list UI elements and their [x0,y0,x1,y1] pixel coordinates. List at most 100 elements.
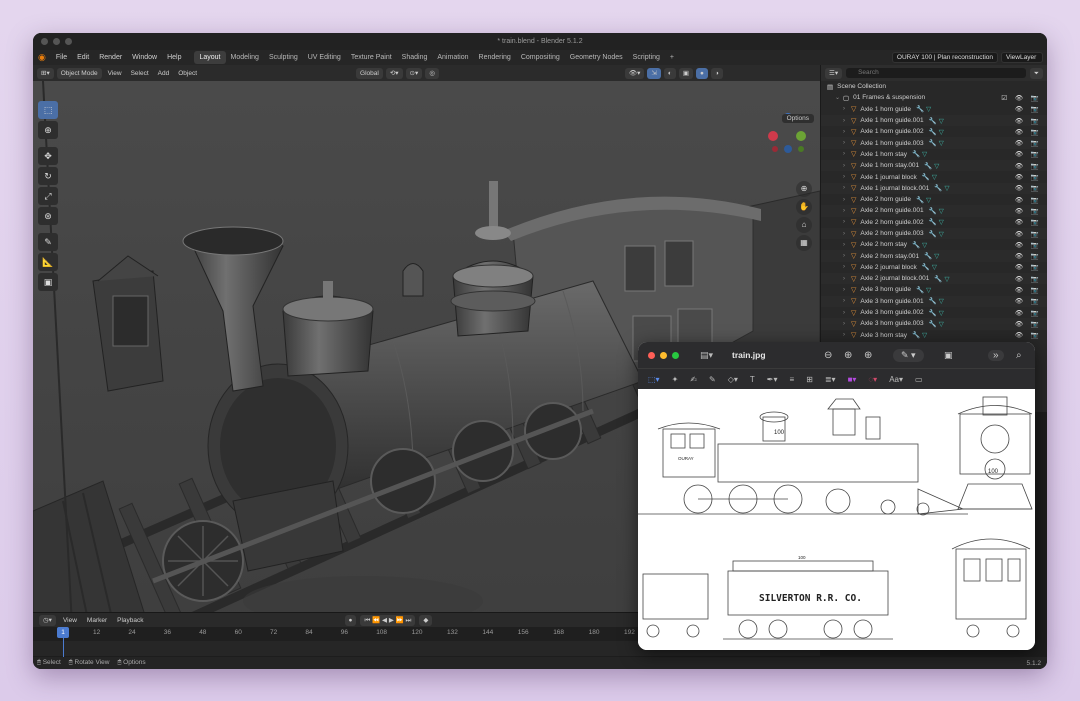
visibility-icons[interactable]: 👁 📷 [1015,252,1042,260]
visibility-icons[interactable]: 👁 📷 [1015,207,1042,215]
preview-search-icon[interactable]: ⌕ [1016,350,1022,361]
outliner-item[interactable]: › ▽ Axle 2 horn guide 🔧 ▽ 👁 📷 [821,194,1047,205]
shading-material-icon[interactable]: ◑ [710,67,723,79]
item-expand-icon[interactable]: › [843,151,851,157]
visibility-icons[interactable]: 👁 📷 [1015,309,1042,317]
close-window-button[interactable] [41,38,48,45]
collection-visibility-icons[interactable]: ☑ 👁 📷 [1001,94,1042,102]
view-layer-field[interactable]: ViewLayer [1001,52,1043,63]
transform-orientation-dropdown[interactable]: Global [356,67,383,79]
item-expand-icon[interactable]: › [843,321,851,327]
measure-icon[interactable]: 📐 [38,253,58,271]
visibility-icons[interactable]: 👁 📷 [1015,117,1042,125]
viewport-menu-view[interactable]: View [105,70,125,77]
object-mode-dropdown[interactable]: Object Mode [56,67,102,79]
transform-icon[interactable]: ⊛ [38,207,58,225]
visibility-icons[interactable]: 👁 📷 [1015,162,1042,170]
item-expand-icon[interactable]: › [843,242,851,248]
outliner-item[interactable]: › ▽ Axle 2 journal block 🔧 ▽ 👁 📷 [821,262,1047,273]
rotate-icon[interactable]: ↻ [38,167,58,185]
cursor-icon[interactable]: ⊕ [38,121,58,139]
item-expand-icon[interactable]: › [843,219,851,225]
blender-logo-icon[interactable]: ◉ [33,50,51,65]
preview-minimize-button[interactable] [660,351,667,359]
item-expand-icon[interactable]: › [843,140,851,146]
timeline-menu-view[interactable]: View [60,617,80,624]
outliner-item[interactable]: › ▽ Axle 1 horn guide.001 🔧 ▽ 👁 📷 [821,114,1047,127]
viewport-menu-object[interactable]: Object [175,70,200,77]
editor-type-button[interactable]: ⊞▾ [37,67,54,79]
visibility-icons[interactable]: 👁 📷 [1015,275,1042,283]
fill-color-icon[interactable]: ◌▾ [868,375,877,384]
tab-compositing[interactable]: Compositing [516,51,565,64]
zoom-in-icon[interactable]: ⊕ [844,350,852,361]
tab-texture-paint[interactable]: Texture Paint [346,51,397,64]
pivot-point-icon[interactable]: ⟲▾ [385,67,403,79]
move-icon[interactable]: ✥ [38,147,58,165]
visibility-icons[interactable]: 👁 📷 [1015,297,1042,305]
annotate-note-icon[interactable]: ▭ [915,375,923,384]
sign-icon[interactable]: ✒▾ [767,375,778,384]
add-cube-icon[interactable]: ▣ [38,273,58,291]
item-expand-icon[interactable]: › [843,106,851,112]
timeline-editor-type-icon[interactable]: ◷▾ [39,614,56,626]
item-expand-icon[interactable]: › [843,332,851,338]
menu-file[interactable]: File [51,50,72,65]
outliner-item[interactable]: › ▽ Axle 3 horn guide.003 🔧 ▽ 👁 📷 [821,318,1047,330]
line-style-icon[interactable]: ≣▾ [825,375,836,384]
tab-rendering[interactable]: Rendering [474,51,516,64]
outliner-item[interactable]: › ▽ Axle 2 horn stay.001 🔧 ▽ 👁 📷 [821,250,1047,262]
menu-help[interactable]: Help [162,50,186,65]
outliner-item[interactable]: › ▽ Axle 2 horn guide.003 🔧 ▽ 👁 📷 [821,227,1047,240]
shapes-icon[interactable]: ◇▾ [728,375,738,384]
outliner-search-input[interactable]: Search [846,68,1026,78]
item-expand-icon[interactable]: › [843,129,851,135]
shading-solid-icon[interactable]: ● [695,67,708,79]
outliner-item[interactable]: › ▽ Axle 3 horn stay 🔧 ▽ 👁 📷 [821,330,1047,341]
record-icon[interactable]: ● [344,614,357,626]
visibility-icons[interactable]: 👁 📷 [1015,150,1042,158]
tab-sculpting[interactable]: Sculpting [264,51,303,64]
menu-window[interactable]: Window [127,50,162,65]
visibility-icons[interactable]: 👁 📷 [1015,286,1042,294]
overlay-toggle-icon[interactable]: ◐ [663,67,676,79]
outliner-item[interactable]: › ▽ Axle 1 journal block 🔧 ▽ 👁 📷 [821,171,1047,182]
outliner-display-mode-icon[interactable]: ☰▾ [825,67,843,79]
outliner-item[interactable]: › ▽ Axle 3 horn guide.001 🔧 ▽ 👁 📷 [821,295,1047,307]
outliner-item[interactable]: › ▽ Axle 1 horn guide.003 🔧 ▽ 👁 📷 [821,137,1047,149]
text-style-icon[interactable]: Aa▾ [889,375,903,384]
item-expand-icon[interactable]: › [843,253,851,259]
item-expand-icon[interactable]: › [843,276,851,282]
tab-scripting[interactable]: Scripting [628,51,665,64]
tab-layout[interactable]: Layout [194,51,226,64]
visibility-icons[interactable]: 👁 📷 [1015,218,1042,226]
viewport-options-button[interactable]: Options [781,114,814,123]
more-icon[interactable]: » [988,349,1004,361]
visibility-icons[interactable]: 👁 📷 [1015,173,1042,181]
tab-animation[interactable]: Animation [432,51,473,64]
item-expand-icon[interactable]: › [843,197,851,203]
selection-tool-icon[interactable]: ⬚▾ [648,375,660,384]
sidebar-toggle-icon[interactable]: ▤▾ [700,350,713,361]
crop-icon[interactable]: ▣ [944,350,953,361]
outliner-item[interactable]: › ▽ Axle 1 horn stay.001 🔧 ▽ 👁 📷 [821,160,1047,172]
pan-hand-icon[interactable]: ✋ [796,199,812,215]
scene-collection-row[interactable]: ▤ Scene Collection [821,81,1047,93]
outliner-item[interactable]: › ▽ Axle 2 journal block.001 🔧 ▽ 👁 📷 [821,273,1047,285]
menu-render[interactable]: Render [94,50,127,65]
instant-alpha-icon[interactable]: ✦ [672,375,679,384]
proportional-edit-icon[interactable]: ◎ [425,67,439,79]
collection-expand-icon[interactable]: ⌄ [835,94,843,101]
tab-geometry-nodes[interactable]: Geometry Nodes [565,51,628,64]
border-color-icon[interactable]: ■▾ [848,375,857,384]
preview-zoom-button[interactable] [672,351,679,359]
item-expand-icon[interactable]: › [843,163,851,169]
adjust-size-icon[interactable]: ⊞ [806,375,813,384]
outliner-item[interactable]: › ▽ Axle 1 horn guide.002 🔧 ▽ 👁 📷 [821,126,1047,137]
item-expand-icon[interactable]: › [843,174,851,180]
sketch-icon[interactable]: ✍ [690,375,697,384]
scene-field[interactable]: OURAY 100 | Plan reconstruction [891,52,998,63]
visibility-icons[interactable]: 👁 📷 [1015,230,1042,238]
viewport-menu-select[interactable]: Select [128,70,152,77]
outliner-item[interactable]: › ▽ Axle 1 journal block.001 🔧 ▽ 👁 📷 [821,182,1047,194]
